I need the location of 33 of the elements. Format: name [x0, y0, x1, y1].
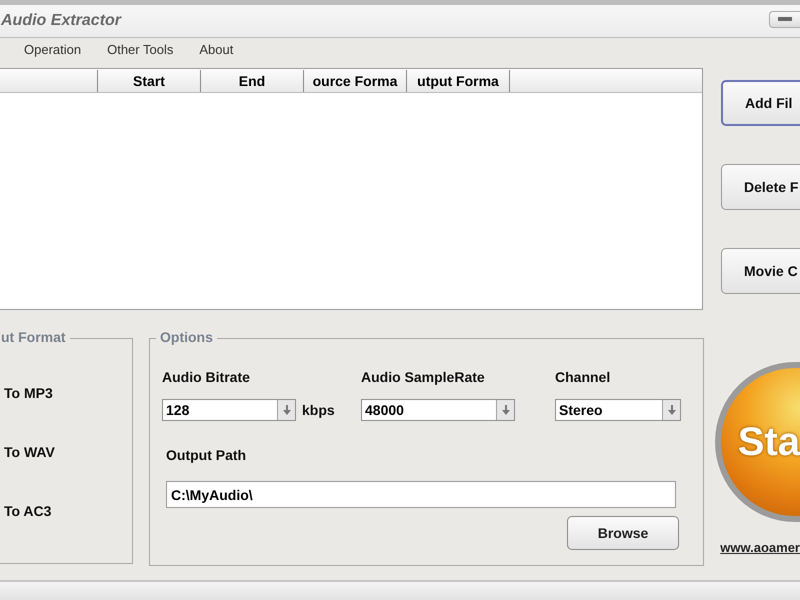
column-header[interactable]: ource Forma	[304, 70, 407, 92]
output-path-field[interactable]: C:\MyAudio\	[166, 481, 676, 508]
file-list[interactable]: Start End ource Forma utput Forma	[0, 68, 703, 310]
website-link[interactable]: www.aoamer	[720, 540, 800, 555]
dropdown-arrow-icon	[502, 405, 510, 415]
format-option[interactable]: To MP3	[4, 385, 132, 401]
format-option[interactable]: To WAV	[4, 444, 132, 460]
dropdown-arrow-icon	[282, 405, 290, 415]
minimize-button[interactable]	[769, 10, 800, 28]
field-label: Audio Bitrate	[162, 369, 251, 385]
dropdown[interactable]: Stereo	[555, 399, 681, 421]
side-button[interactable]: Add Fil	[721, 80, 800, 126]
minimize-icon	[778, 17, 792, 21]
field-label: Channel	[555, 369, 612, 385]
unit-label: kbps	[302, 402, 335, 418]
column-header[interactable]: End	[201, 70, 304, 92]
browse-button[interactable]: Browse	[567, 516, 679, 550]
window-title: Audio Extractor	[1, 12, 122, 30]
menu-item[interactable]: About	[199, 42, 234, 56]
column-header[interactable]: Start	[98, 70, 201, 92]
dropdown[interactable]: 48000	[361, 399, 515, 421]
menu-item[interactable]: Other Tools	[107, 42, 174, 56]
column-header[interactable]: utput Forma	[407, 70, 510, 92]
field-label: Audio SampleRate	[361, 369, 486, 385]
format-option[interactable]: To AC3	[4, 503, 132, 519]
menu-item[interactable]: Operation	[24, 42, 82, 56]
side-button[interactable]: Delete F	[721, 164, 800, 210]
group-title: ut Format	[0, 329, 70, 345]
dropdown-arrow-icon	[668, 405, 676, 415]
dropdown[interactable]: 128	[162, 399, 296, 421]
side-button[interactable]: Movie C	[721, 248, 800, 294]
field-label: Output Path	[166, 447, 246, 463]
group-title: Options	[156, 329, 217, 345]
